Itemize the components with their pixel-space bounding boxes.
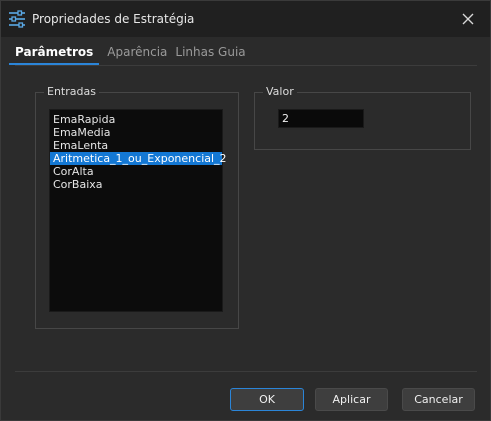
entradas-group: Entradas EmaRapida EmaMedia EmaLenta Aritme… [35,85,239,329]
cancel-button[interactable]: Cancelar [402,388,475,411]
apply-button[interactable]: Aplicar [315,388,388,411]
close-icon[interactable] [456,7,480,31]
valor-group: Valor [254,85,471,150]
entradas-label: Entradas [44,85,99,98]
entradas-listbox[interactable]: EmaRapida EmaMedia EmaLenta Aritmetica_1_ou… [49,109,227,312]
entradas-list: EmaRapida EmaMedia EmaLenta Aritmetica_1_ou… [50,110,227,191]
tab-aparencia[interactable]: Aparência [107,45,167,65]
tab-bar: Parâmetros Aparência Linhas Guia [9,45,246,65]
valor-input[interactable] [278,109,364,128]
valor-label: Valor [263,85,297,98]
list-item[interactable]: EmaMedia [50,126,222,139]
strategy-properties-dialog: Propriedades de Estratégia Parâmetros Ap… [0,0,491,421]
list-item[interactable]: Aritmetica_1_ou_Exponencial_2 [50,152,227,165]
ok-button[interactable]: OK [230,388,304,411]
list-item[interactable]: CorAlta [50,165,222,178]
sliders-icon [9,10,25,28]
tab-parametros[interactable]: Parâmetros [9,45,100,65]
tab-divider [15,65,477,66]
list-item[interactable]: EmaRapida [50,113,222,126]
list-item[interactable]: CorBaixa [50,178,222,191]
list-item[interactable]: EmaLenta [50,139,222,152]
window-title: Propriedades de Estratégia [32,12,195,26]
footer-divider [15,371,477,372]
tab-linhas-guia[interactable]: Linhas Guia [175,45,245,65]
title-bar[interactable]: Propriedades de Estratégia [1,1,490,37]
